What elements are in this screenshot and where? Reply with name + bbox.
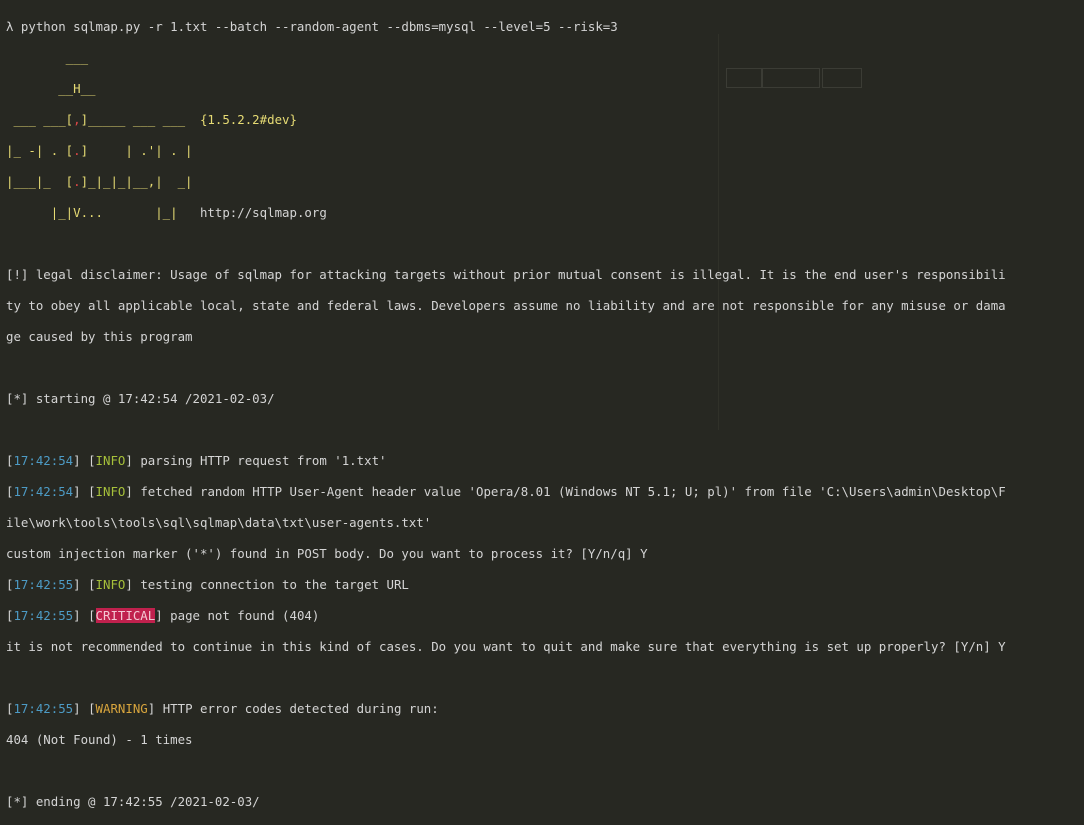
sqlmap-logo: ___	[6, 49, 89, 65]
disclaimer-line: ty to obey all applicable local, state a…	[6, 297, 1006, 313]
log-line: [17:42:54] [INFO] fetched random HTTP Us…	[6, 483, 1006, 499]
disclaimer-line: ge caused by this program	[6, 328, 193, 344]
terminal-output[interactable]: λ python sqlmap.py -r 1.txt --batch --ra…	[6, 3, 1084, 809]
log-line: ile\work\tools\tools\sql\sqlmap\data\txt…	[6, 514, 432, 530]
version-label: {1.5.2.2#dev}	[199, 111, 297, 127]
log-line: custom injection marker ('*') found in P…	[6, 545, 648, 561]
log-line: [17:42:55] [INFO] testing connection to …	[6, 576, 409, 592]
starting-line: [*] starting @ 17:42:54 /2021-02-03/	[6, 390, 275, 406]
error-count-line: 404 (Not Found) - 1 times	[6, 731, 193, 747]
disclaimer-line: [!] legal disclaimer: Usage of sqlmap fo…	[6, 266, 1006, 282]
log-line: it is not recommended to continue in thi…	[6, 638, 1006, 654]
log-line: [17:42:54] [INFO] parsing HTTP request f…	[6, 452, 387, 468]
sqlmap-url: http://sqlmap.org	[199, 204, 327, 220]
critical-badge: CRITICAL	[95, 607, 156, 623]
ending-line: [*] ending @ 17:42:55 /2021-02-03/	[6, 793, 260, 809]
warning-line: [17:42:55] [WARNING] HTTP error codes de…	[6, 700, 439, 716]
command-line: λ python sqlmap.py -r 1.txt --batch --ra…	[6, 18, 618, 34]
log-line: [17:42:55] [CRITICAL] page not found (40…	[6, 607, 320, 623]
